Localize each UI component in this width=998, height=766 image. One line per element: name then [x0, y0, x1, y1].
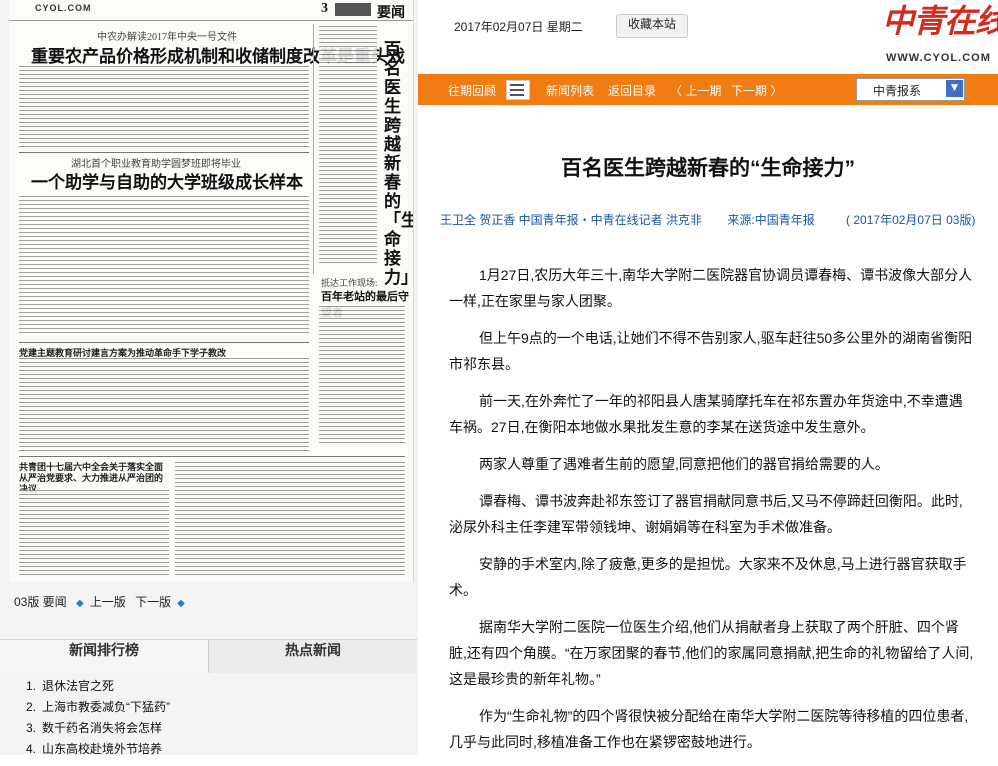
chevron-down-icon[interactable]: ▼ — [946, 80, 963, 97]
article-paragraph: 前一天,在外奔忙了一年的祁阳县人唐某骑摩托车在祁东置办年货途中,不幸遭遇车祸。2… — [449, 393, 963, 435]
select-value: 中青报系 — [873, 84, 922, 98]
article-paragraph: 但上午9点的一个电话,让她们不得不告别家人,驱车赶往50多公里外的湖南省衡阳市祁… — [449, 330, 973, 372]
article5-text-block — [175, 462, 405, 576]
ranking-box: 新闻排行榜 热点新闻 1. 退休法官之死 2. 上海市教委减负“下猛药” 3. 数千药… — [0, 639, 417, 756]
section-rule — [19, 456, 405, 457]
list-view-icon[interactable] — [506, 80, 530, 100]
tab-news-ranking[interactable]: 新闻排行榜 — [0, 640, 209, 673]
article1-text-block — [19, 66, 309, 150]
prev-page-link[interactable]: 上一版 — [90, 595, 126, 609]
article2-headline[interactable]: 一个助学与自助的大学班级成长样本 — [31, 168, 303, 193]
ranking-item[interactable]: 4. 山东高校赴境外节培养 — [26, 739, 170, 760]
ranking-item-title[interactable]: 数千药名消失将会怎样 — [42, 721, 162, 735]
article-paragraph: 1月27日,农历大年三十,南华大学附二医院器官协调员谭春梅、谭书波像大部分人一样… — [449, 267, 973, 309]
article-body: 1月27日,农历大年三十,南华大学附二医院器官协调员谭春梅、谭书波像大部分人一样… — [449, 262, 976, 766]
newspaper-page-number: 3 — [321, 1, 328, 16]
nav-prev-issue[interactable]: 〈 上一期 — [670, 82, 721, 99]
tab-hot-news[interactable]: 热点新闻 — [209, 640, 417, 673]
page-header-strip: CYOL.COM 3 要闻 — [9, 0, 413, 21]
newspaper-masthead-logo — [335, 3, 371, 16]
newspaper-select[interactable]: 中青报系 ▼ — [856, 78, 965, 101]
ranking-item-title[interactable]: 上海市教委减负“下猛药” — [42, 700, 170, 714]
article-paragraph: 据南华大学附二医院一位医生介绍,他们从捐献者身上获取了两个肝脏、四个肾脏,还有四… — [449, 619, 974, 687]
newspaper-page-image[interactable]: CYOL.COM 3 要闻 中农办解读2017年中央一号文件 重要农产品价格形成… — [9, 0, 414, 582]
nav-back-to-index[interactable]: 返回目录 — [608, 82, 656, 99]
box-text-block — [319, 306, 405, 446]
article4-text-block — [19, 490, 169, 576]
column-divider — [313, 24, 314, 274]
article1-subhead: 中农办解读2017年中央一号文件 — [97, 32, 237, 43]
ranking-item[interactable]: 3. 数千药名消失将会怎样 — [26, 718, 170, 739]
article3-text-block — [19, 358, 309, 454]
newspaper-panel: CYOL.COM 3 要闻 中农办解读2017年中央一号文件 重要农产品价格形成… — [0, 0, 418, 756]
article-source: 来源:中国青年报 — [727, 213, 815, 227]
ranking-item[interactable]: 2. 上海市教委减负“下猛药” — [26, 697, 170, 718]
page-navigation: 03版 要闻 ◆ 上一版 下一版 ◆ — [14, 593, 191, 610]
current-date: 2017年02月07日 星期二 — [454, 20, 583, 34]
article2-text-block — [19, 196, 309, 336]
logo-chinese-text: 中青在线 — [882, 3, 998, 39]
nav-next-issue[interactable]: 下一期 〉 — [731, 82, 782, 99]
section-rule — [19, 152, 309, 153]
article-paragraph: 作为“生命礼物”的四个肾很快被分配给在南华大学附二医院等待移植的四位患者,几乎与… — [449, 708, 969, 750]
ranking-item[interactable]: 1. 退休法官之死 — [26, 676, 170, 697]
article-date: ( 2017年02月07日 03版) — [846, 213, 976, 227]
logo-url: WWW.CYOL.COM — [886, 52, 991, 64]
article-authors: 王卫全 贺正香 中国青年报・中青在线记者 洪克非 — [440, 213, 703, 227]
article-paragraph: 安静的手术室内,除了疲惫,更多的是担忧。大家来不及休息,马上进行器官获取手术。 — [449, 556, 967, 598]
article-panel: 2017年02月07日 星期二 收藏本站 中青在线 WWW.CYOL.COM 往… — [418, 0, 998, 755]
article-meta: 王卫全 贺正香 中国青年报・中青在线记者 洪克非 来源:中国青年报 ( 2017… — [440, 209, 988, 231]
ranking-item-title[interactable]: 退休法官之死 — [42, 679, 114, 693]
nav-news-list[interactable]: 新闻列表 — [546, 82, 594, 99]
next-arrow-icon: ◆ — [177, 598, 185, 609]
ranking-list: 1. 退休法官之死 2. 上海市教委减负“下猛药” 3. 数千药名消失将会怎样 4. 山… — [0, 676, 170, 760]
ranking-item-title[interactable]: 山东高校赴境外节培养 — [42, 742, 162, 756]
newspaper-section-label: 要闻 — [377, 6, 405, 21]
add-favorite-button[interactable]: 收藏本站 — [616, 14, 689, 38]
cyol-logo[interactable]: 中青在线 WWW.CYOL.COM — [882, 0, 998, 68]
article-title: 百名医生跨越新春的“生命接力” — [561, 157, 855, 180]
article-paragraph: 谭春梅、谭书波奔赴祁东签订了器官捐献同意书后,又马不停蹄赶回衡阳。此时,泌尿外科… — [449, 493, 963, 535]
prev-arrow-icon: ◆ — [76, 598, 84, 609]
current-page-label: 03版 要闻 — [14, 595, 67, 609]
newspaper-site-label: CYOL.COM — [35, 3, 92, 13]
nav-bar: 往期回顾 新闻列表 返回目录 〈 上一期 下一期 〉 中青报系 ▼ — [418, 74, 998, 105]
vertical-headline[interactable]: 百名医生跨越新春的「生命接力」 — [384, 40, 413, 287]
article-paragraph: 两家人尊重了遇难者生前的愿望,同意把他们的器官捐给需要的人。 — [479, 456, 889, 472]
nav-past-issues[interactable]: 往期回顾 — [448, 82, 496, 99]
section-rule — [19, 342, 309, 343]
side-text-block — [319, 26, 377, 266]
next-page-link[interactable]: 下一版 — [135, 595, 171, 609]
